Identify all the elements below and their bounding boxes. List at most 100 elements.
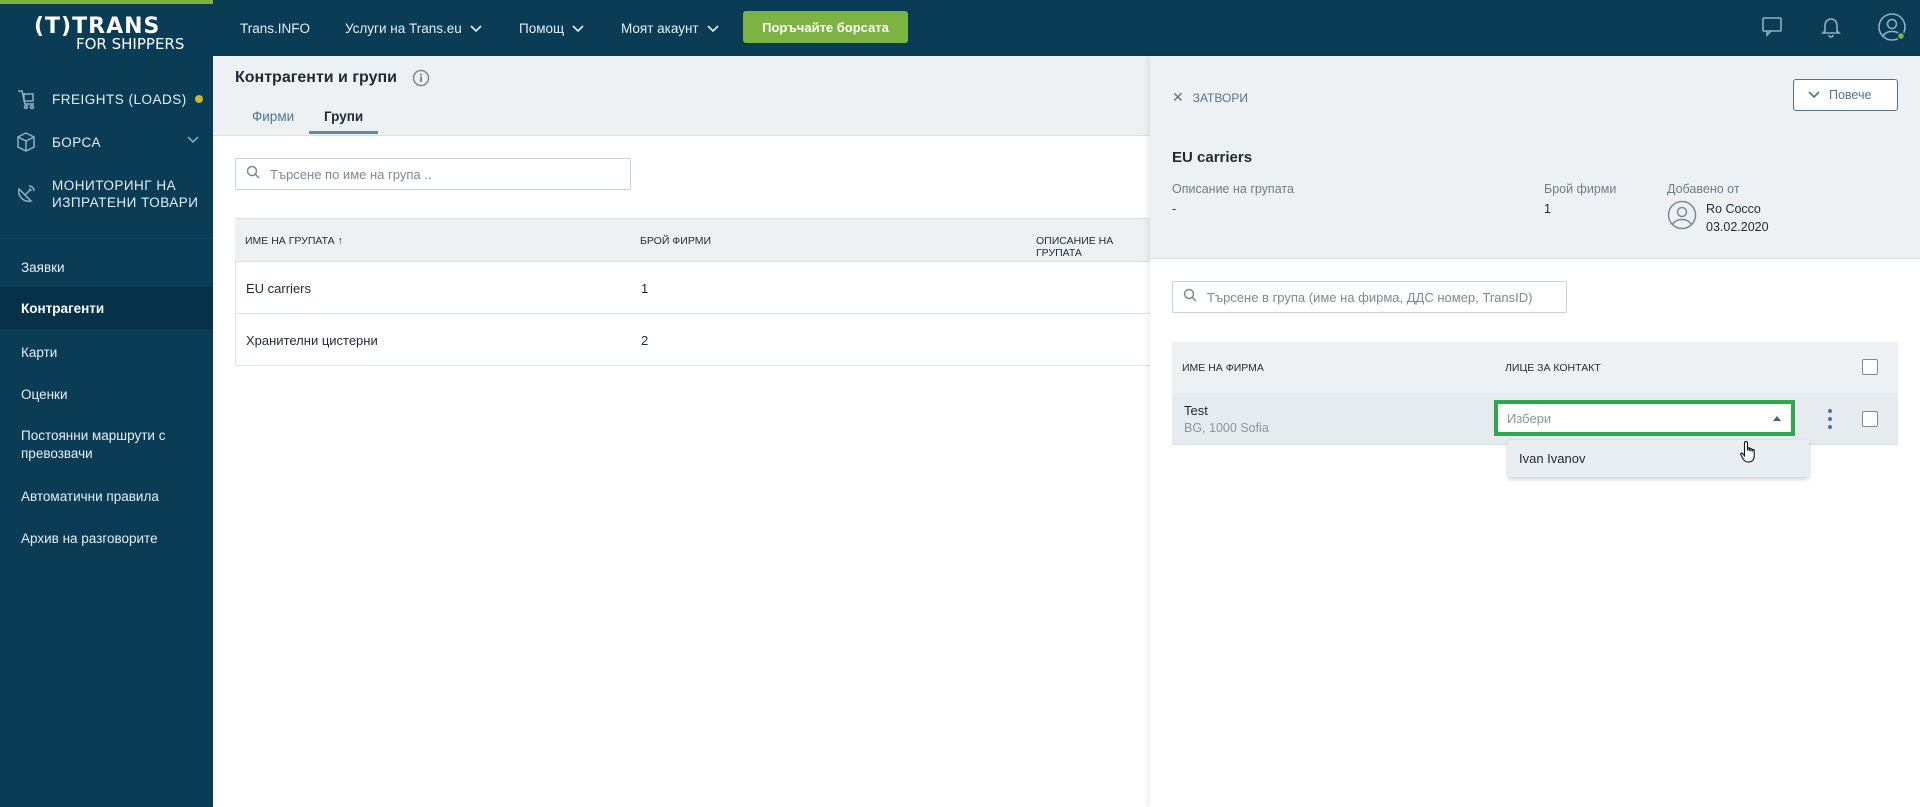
nav-trans-eu-services[interactable]: Услуги на Trans.eu xyxy=(345,0,482,56)
cube-icon xyxy=(0,131,52,153)
module-freights-label: FREIGHTS (LOADS) xyxy=(52,91,187,107)
sidebar-item-contractors[interactable]: Контрагенти xyxy=(0,287,213,329)
groups-table: ИМЕ НА ГРУПАТА ↑ БРОЙ ФИРМИ ОПИСАНИЕ НА … xyxy=(235,218,1150,366)
sidebar: (T)TRANS FOR SHIPPERS FREIGHTS (LOADS) Б… xyxy=(0,0,213,807)
freight-cart-icon xyxy=(0,88,52,110)
user-account-icon[interactable] xyxy=(1877,12,1907,47)
nav-label: Моят акаунт xyxy=(621,20,699,36)
column-header-description[interactable]: ОПИСАНИЕ НА ГРУПАТА xyxy=(1036,235,1150,259)
tab-groups[interactable]: Групи xyxy=(324,109,363,124)
table-header: ИМЕ НА ГРУПАТА ↑ БРОЙ ФИРМИ ОПИСАНИЕ НА … xyxy=(235,218,1150,262)
chat-icon[interactable] xyxy=(1760,14,1784,43)
nav-trans-info[interactable]: Trans.INFO xyxy=(240,0,310,56)
added-by-name: Ro Cocco xyxy=(1706,202,1761,216)
search-icon xyxy=(246,165,260,184)
more-label: Повече xyxy=(1829,88,1872,102)
sidebar-item-auto-rules[interactable]: Автоматични правила xyxy=(0,481,213,511)
chevron-down-icon xyxy=(572,21,584,36)
order-exchange-button[interactable]: Поръчайте борсата xyxy=(743,11,908,43)
sidebar-accent-bar xyxy=(0,0,213,4)
nav-label: Помощ xyxy=(519,20,565,36)
column-header-company-name: ИМЕ НА ФИРМА xyxy=(1182,362,1264,374)
more-options-icon[interactable] xyxy=(1828,409,1832,429)
module-freights[interactable]: FREIGHTS (LOADS) xyxy=(0,86,213,112)
group-members-table: ИМЕ НА ФИРМА ЛИЦЕ ЗА КОНТАКТ Test BG, 10… xyxy=(1172,342,1898,445)
module-monitoring-label: МОНИТОРИНГ НА ИЗПРАТЕНИ ТОВАРИ xyxy=(52,178,199,210)
column-header-group-name[interactable]: ИМЕ НА ГРУПАТА ↑ xyxy=(245,235,343,247)
tab-firms[interactable]: Фирми xyxy=(252,109,294,124)
select-all-checkbox[interactable] xyxy=(1862,359,1878,375)
module-monitoring[interactable]: МОНИТОРИНГ НА ИЗПРАТЕНИ ТОВАРИ xyxy=(0,176,213,212)
contact-person-select[interactable]: Избери xyxy=(1494,400,1795,436)
panel-header: ✕ ЗАТВОРИ Повече EU carriers Описание на… xyxy=(1150,56,1920,259)
page-title: Контрагенти и групи xyxy=(235,69,397,86)
caret-up-icon xyxy=(1773,416,1781,421)
sidebar-item-routes[interactable]: Постоянни маршрути с превозвачи xyxy=(0,424,213,466)
group-search-field[interactable] xyxy=(235,158,631,190)
sidebar-item-label: Автоматични правила xyxy=(21,488,159,504)
added-by-label: Добавено от xyxy=(1667,182,1740,196)
sidebar-item-label: Контрагенти xyxy=(21,300,105,316)
sidebar-divider xyxy=(0,238,213,239)
sidebar-item-orders[interactable]: Заявки xyxy=(0,252,213,282)
search-icon xyxy=(1183,288,1197,307)
sidebar-item-label: Заявки xyxy=(21,259,65,275)
brand-logo-line2: FOR SHIPPERS xyxy=(76,35,185,53)
firm-count-value: 1 xyxy=(1544,202,1551,216)
group-member-search-input[interactable] xyxy=(1207,289,1557,305)
firm-count-cell: 2 xyxy=(641,333,649,348)
firm-count-cell: 1 xyxy=(641,281,649,296)
top-navigation: Trans.INFO Услуги на Trans.eu Помощ Моят… xyxy=(213,0,1920,56)
select-placeholder: Избери xyxy=(1507,410,1552,426)
row-checkbox[interactable] xyxy=(1862,411,1878,427)
column-header-firm-count[interactable]: БРОЙ ФИРМИ xyxy=(640,235,711,247)
brand-logo[interactable]: (T)TRANS FOR SHIPPERS xyxy=(34,14,184,53)
firm-count-label: Брой фирми xyxy=(1544,182,1617,196)
sidebar-item-maps[interactable]: Карти xyxy=(0,337,213,367)
module-exchange-label: БОРСА xyxy=(52,134,102,150)
description-label: Описание на групата xyxy=(1172,182,1294,196)
column-header-contact-person: ЛИЦЕ ЗА КОНТАКТ xyxy=(1505,362,1601,374)
sidebar-item-ratings[interactable]: Оценки xyxy=(0,379,213,409)
more-button[interactable]: Повече xyxy=(1793,79,1898,111)
avatar xyxy=(1667,200,1697,235)
contact-dropdown-option[interactable]: Ivan Ivanov xyxy=(1508,440,1809,477)
chevron-down-icon xyxy=(470,21,482,36)
sidebar-item-chat-archive[interactable]: Архив на разговорите xyxy=(0,523,213,553)
added-date: 03.02.2020 xyxy=(1706,220,1769,234)
chevron-down-icon xyxy=(187,131,199,149)
chevron-down-icon xyxy=(707,21,719,36)
table-header: ИМЕ НА ФИРМА ЛИЦЕ ЗА КОНТАКТ xyxy=(1172,342,1898,393)
table-row[interactable]: Test BG, 1000 Sofia Избери xyxy=(1172,393,1898,445)
dropdown-option-label: Ivan Ivanov xyxy=(1519,451,1586,466)
active-tab-indicator xyxy=(309,131,378,134)
chevron-down-icon xyxy=(1808,88,1820,102)
company-name: Test xyxy=(1184,403,1208,418)
nav-my-account[interactable]: Моят акаунт xyxy=(621,0,719,56)
info-icon[interactable] xyxy=(412,69,430,92)
group-name-cell: EU carriers xyxy=(246,281,312,296)
group-member-search-field[interactable] xyxy=(1172,281,1567,313)
group-name: EU carriers xyxy=(1172,149,1253,166)
company-location: BG, 1000 Sofia xyxy=(1184,421,1269,435)
main-content: Контрагенти и групи Фирми Групи ИМЕ НА Г… xyxy=(213,56,1150,807)
description-value: - xyxy=(1172,202,1177,216)
nav-help[interactable]: Помощ xyxy=(519,0,584,56)
bell-icon[interactable] xyxy=(1819,14,1843,43)
sidebar-item-label: Архив на разговорите xyxy=(21,530,158,546)
close-panel-button[interactable]: ✕ ЗАТВОРИ xyxy=(1172,89,1248,106)
group-name-cell: Хранителни цистерни xyxy=(246,333,378,348)
sidebar-item-label: Оценки xyxy=(21,386,68,402)
group-search-input[interactable] xyxy=(270,166,610,182)
group-detail-panel: ✕ ЗАТВОРИ Повече EU carriers Описание на… xyxy=(1150,56,1920,807)
nav-label: Услуги на Trans.eu xyxy=(345,20,462,36)
satellite-dish-icon xyxy=(0,183,52,205)
module-exchange[interactable]: БОРСА xyxy=(0,129,213,155)
table-row[interactable]: EU carriers 1 xyxy=(235,262,1150,314)
nav-label: Trans.INFO xyxy=(240,20,311,36)
sidebar-item-label: Карти xyxy=(21,344,58,360)
hand-cursor-icon xyxy=(1739,440,1759,469)
table-row[interactable]: Хранителни цистерни 2 xyxy=(235,314,1150,366)
status-dot xyxy=(194,95,203,103)
sidebar-item-label: Постоянни маршрути с превозвачи xyxy=(21,428,166,461)
